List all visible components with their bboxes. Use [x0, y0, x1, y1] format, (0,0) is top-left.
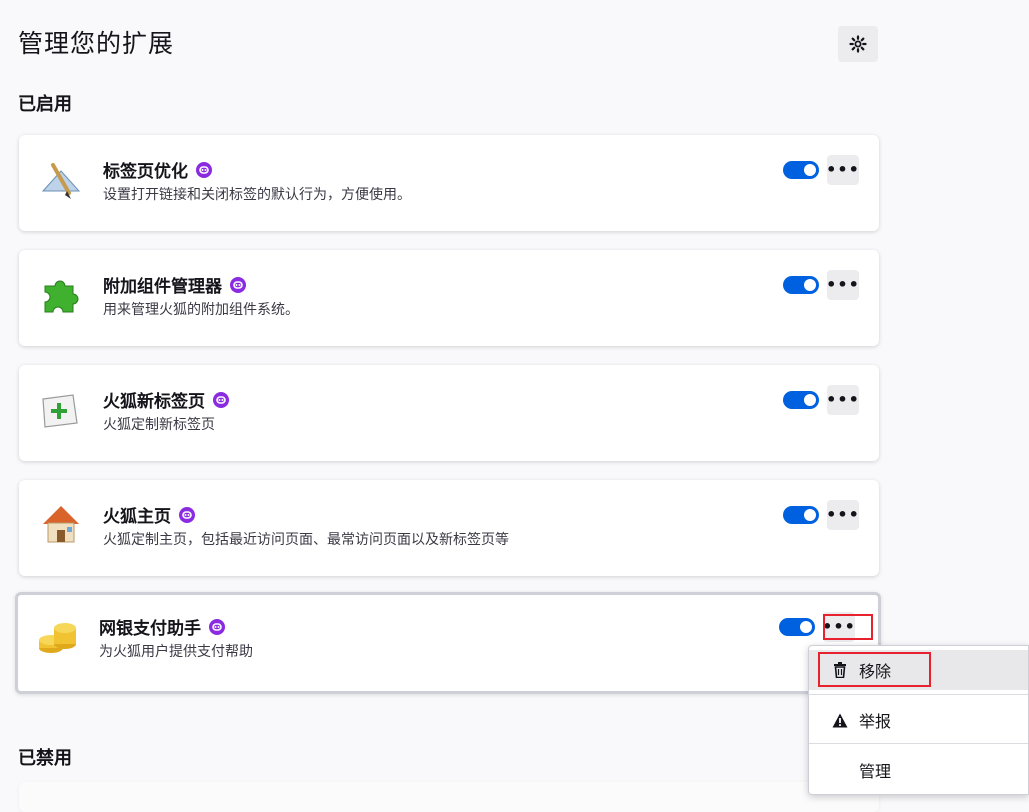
more-options-button[interactable]: ••• — [826, 270, 859, 300]
extension-name: 标签页优化 — [103, 157, 212, 182]
menu-item-label: 举报 — [859, 712, 892, 731]
remove-highlight — [818, 652, 931, 687]
enable-toggle[interactable] — [783, 161, 819, 179]
coins-icon — [39, 623, 76, 653]
extension-name: 附加组件管理器 — [103, 272, 246, 297]
recommended-badge-icon — [213, 391, 229, 408]
warning-icon — [831, 713, 849, 728]
enable-toggle[interactable] — [779, 618, 815, 636]
extension-card-disabled[interactable] — [19, 782, 879, 812]
settings-button[interactable] — [838, 26, 878, 62]
new-tab-icon — [42, 394, 78, 428]
page-title: 管理您的扩展 — [18, 29, 175, 58]
menu-item-label: 管理 — [859, 762, 892, 781]
extension-description: 设置打开链接和关闭标签的默认行为，方便使用。 — [103, 187, 411, 203]
more-options-button[interactable]: ••• — [826, 500, 859, 530]
extension-description: 为火狐用户提供支付帮助 — [99, 644, 253, 660]
more-button-highlight — [823, 614, 873, 640]
report-menu-item[interactable]: 举报 — [809, 700, 1028, 740]
extension-name: 火狐新标签页 — [103, 387, 229, 412]
recommended-badge-icon — [209, 618, 225, 635]
manage-menu-item[interactable]: 管理 — [809, 750, 1028, 790]
recommended-badge-icon — [179, 506, 195, 523]
extension-name: 网银支付助手 — [99, 614, 225, 639]
house-icon — [43, 506, 79, 543]
puzzle-piece-icon — [44, 280, 79, 313]
extension-description: 用来管理火狐的附加组件系统。 — [103, 302, 299, 318]
more-options-button[interactable]: ••• — [826, 385, 859, 415]
extension-card-selected[interactable]: 网银支付助手 为火狐用户提供支付帮助 ••• — [15, 592, 881, 694]
enabled-section-title: 已启用 — [18, 94, 72, 115]
more-options-button[interactable]: ••• — [826, 155, 859, 185]
enable-toggle[interactable] — [783, 506, 819, 524]
extension-card[interactable]: 火狐主页 火狐定制主页，包括最近访问页面、最常访问页面以及新标签页等 ••• — [19, 480, 879, 576]
tab-optimize-icon — [41, 163, 81, 199]
menu-divider — [809, 694, 1028, 695]
recommended-badge-icon — [230, 276, 246, 293]
extension-card[interactable]: 标签页优化 设置打开链接和关闭标签的默认行为，方便使用。 ••• — [19, 135, 879, 231]
extension-card[interactable]: 火狐新标签页 火狐定制新标签页 ••• — [19, 365, 879, 461]
extension-description: 火狐定制主页，包括最近访问页面、最常访问页面以及新标签页等 — [103, 532, 509, 548]
menu-divider — [809, 743, 1028, 744]
enable-toggle[interactable] — [783, 391, 819, 409]
recommended-badge-icon — [196, 161, 212, 178]
extension-name: 火狐主页 — [103, 502, 195, 527]
extension-description: 火狐定制新标签页 — [103, 417, 215, 433]
gear-icon — [849, 35, 867, 53]
extension-card[interactable]: 附加组件管理器 用来管理火狐的附加组件系统。 ••• — [19, 250, 879, 346]
disabled-section-title: 已禁用 — [18, 748, 72, 769]
enable-toggle[interactable] — [783, 276, 819, 294]
